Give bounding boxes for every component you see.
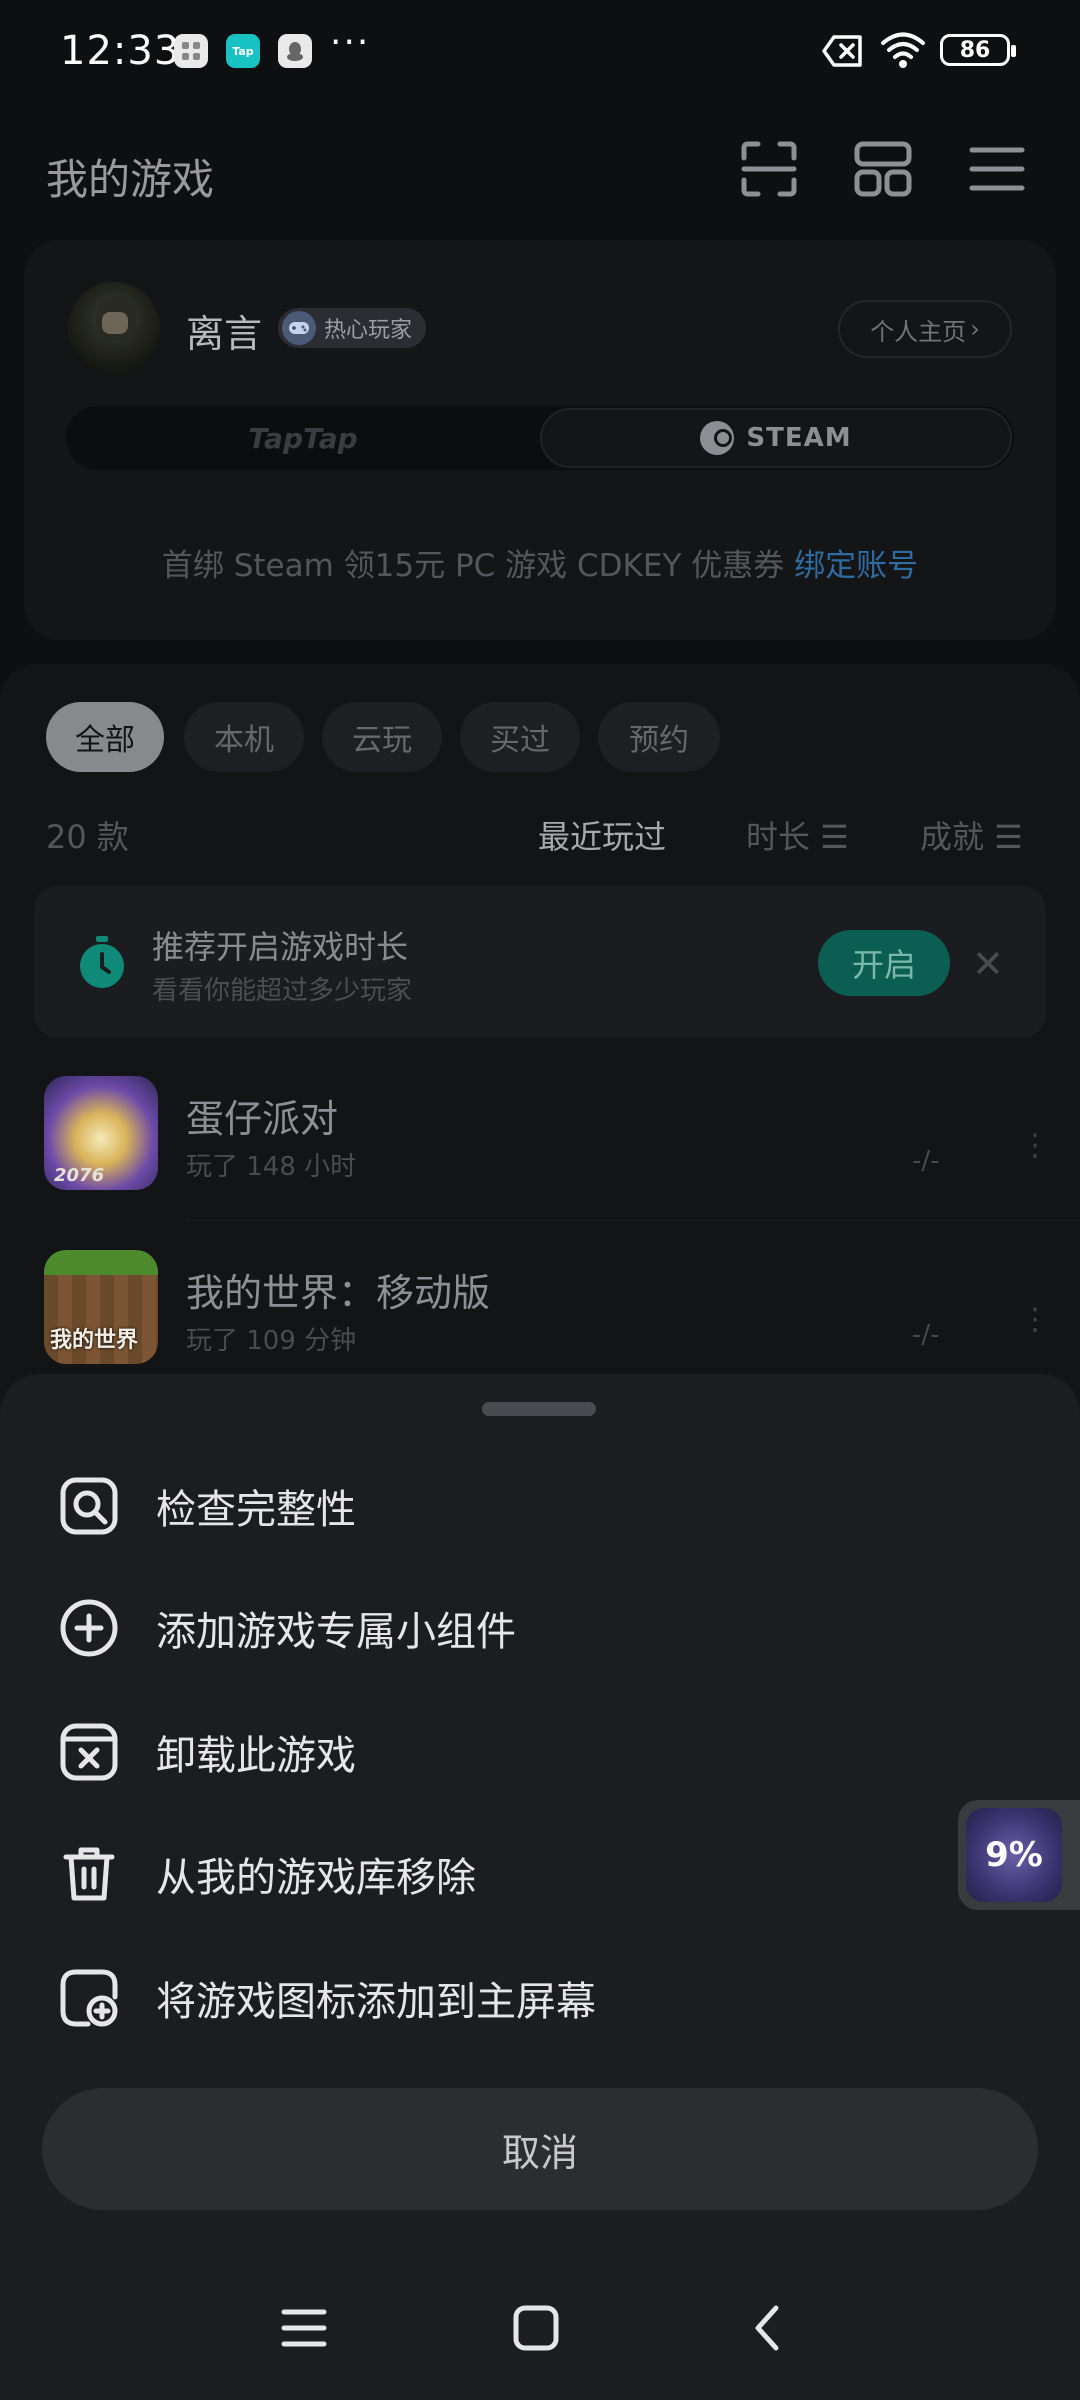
page-title: 我的游戏 [46,155,215,204]
menu-label: 从我的游戏库移除 [156,1855,476,1901]
taptap-notification-icon: Tap [226,34,260,68]
qq-notification-icon [278,34,312,68]
game-icon-eggy-party [44,1076,158,1190]
homepage-button[interactable]: 个人主页 › [838,300,1012,358]
menu-label: 卸载此游戏 [156,1733,356,1779]
menu-item-remove-from-library[interactable]: 从我的游戏库移除 [0,1824,1080,1924]
sort-duration[interactable]: 时长 ☰ [746,812,849,858]
filter-chip-cloud[interactable]: 云玩 [322,702,442,772]
row-divider [186,1220,1080,1221]
game-row[interactable] [0,1058,1080,1228]
game-achievement: -/- [912,1320,940,1350]
platform-steam-label: STEAM [746,423,852,453]
menu-label: 将游戏图标添加到主屏幕 [156,1979,596,2025]
platform-tab-taptap[interactable]: TapTap [66,406,540,470]
menu-label: 检查完整性 [156,1487,356,1533]
avatar[interactable] [68,282,160,374]
promo-text: 首绑 Steam 领15元 PC 游戏 CDKEY 优惠券 [161,548,785,584]
add-circle-icon [58,1597,120,1659]
search-check-icon [58,1475,120,1537]
menu-item-add-widget[interactable]: 添加游戏专属小组件 [0,1578,1080,1678]
menu-item-uninstall[interactable]: 卸载此游戏 [0,1702,1080,1802]
menu-icon[interactable] [966,138,1028,200]
more-options-icon[interactable]: ⋮ [1020,1131,1050,1161]
recents-icon[interactable] [278,2302,330,2354]
filter-chip-purchased[interactable]: 买过 [460,702,580,772]
stopwatch-icon [76,934,128,990]
no-sim-icon [822,34,864,72]
enable-playtime-button[interactable]: 开启 [818,930,950,996]
platform-tab-steam[interactable]: STEAM [540,408,1012,468]
player-badge[interactable]: 热心玩家 [278,308,427,348]
recommend-title: 推荐开启游戏时长 [152,928,409,966]
filter-chip-all[interactable]: 全部 [46,702,164,772]
sort-achievement[interactable]: 成就 ☰ [920,812,1023,858]
menu-label: 添加游戏专属小组件 [156,1609,516,1655]
bind-account-link[interactable]: 绑定账号 [794,548,918,584]
add-to-homescreen-icon [58,1967,120,2029]
more-notifications-icon: ··· [330,22,371,63]
download-progress: 9% [966,1808,1062,1902]
wifi-icon [880,30,926,74]
close-icon[interactable]: ✕ [972,942,1004,986]
game-name: 蛋仔派对 [186,1097,339,1141]
status-time: 12:33 [60,28,181,74]
badge-label: 热心玩家 [324,318,413,343]
steam-icon [700,421,735,455]
menu-item-verify-integrity[interactable]: 检查完整性 [0,1456,1080,1556]
game-count: 20 款 [46,818,129,856]
back-icon[interactable] [742,2302,794,2354]
steam-promo: 首绑 Steam 领15元 PC 游戏 CDKEY 优惠券 绑定账号 [24,540,1056,585]
sort-recent[interactable]: 最近玩过 [538,812,666,858]
filter-chip-local[interactable]: 本机 [184,702,304,772]
recommend-subtitle: 看看你能超过多少玩家 [152,976,413,1006]
game-name: 我的世界：移动版 [186,1271,491,1315]
menu-item-add-to-homescreen[interactable]: 将游戏图标添加到主屏幕 [0,1948,1080,2048]
game-achievement: -/- [912,1146,940,1176]
filter-chip-reserved[interactable]: 预约 [598,702,720,772]
cancel-button[interactable]: 取消 [42,2088,1038,2210]
sheet-drag-handle[interactable] [482,1402,596,1416]
grid-view-icon[interactable] [852,138,914,200]
chevron-right-icon: › [970,315,980,343]
scan-icon[interactable] [738,138,800,200]
uninstall-icon [58,1721,120,1783]
game-playtime: 玩了 109 分钟 [186,1326,357,1356]
game-playtime: 玩了 148 小时 [186,1152,357,1182]
more-options-icon[interactable]: ⋮ [1020,1305,1050,1335]
battery-indicator: 86 [940,34,1016,66]
app-grid-notification-icon [174,34,208,68]
game-icon-minecraft [44,1250,158,1364]
gamepad-icon [282,311,316,345]
home-icon[interactable] [510,2302,562,2354]
username: 离言 [186,312,263,356]
trash-icon [58,1843,120,1905]
homepage-label: 个人主页 [870,317,967,346]
